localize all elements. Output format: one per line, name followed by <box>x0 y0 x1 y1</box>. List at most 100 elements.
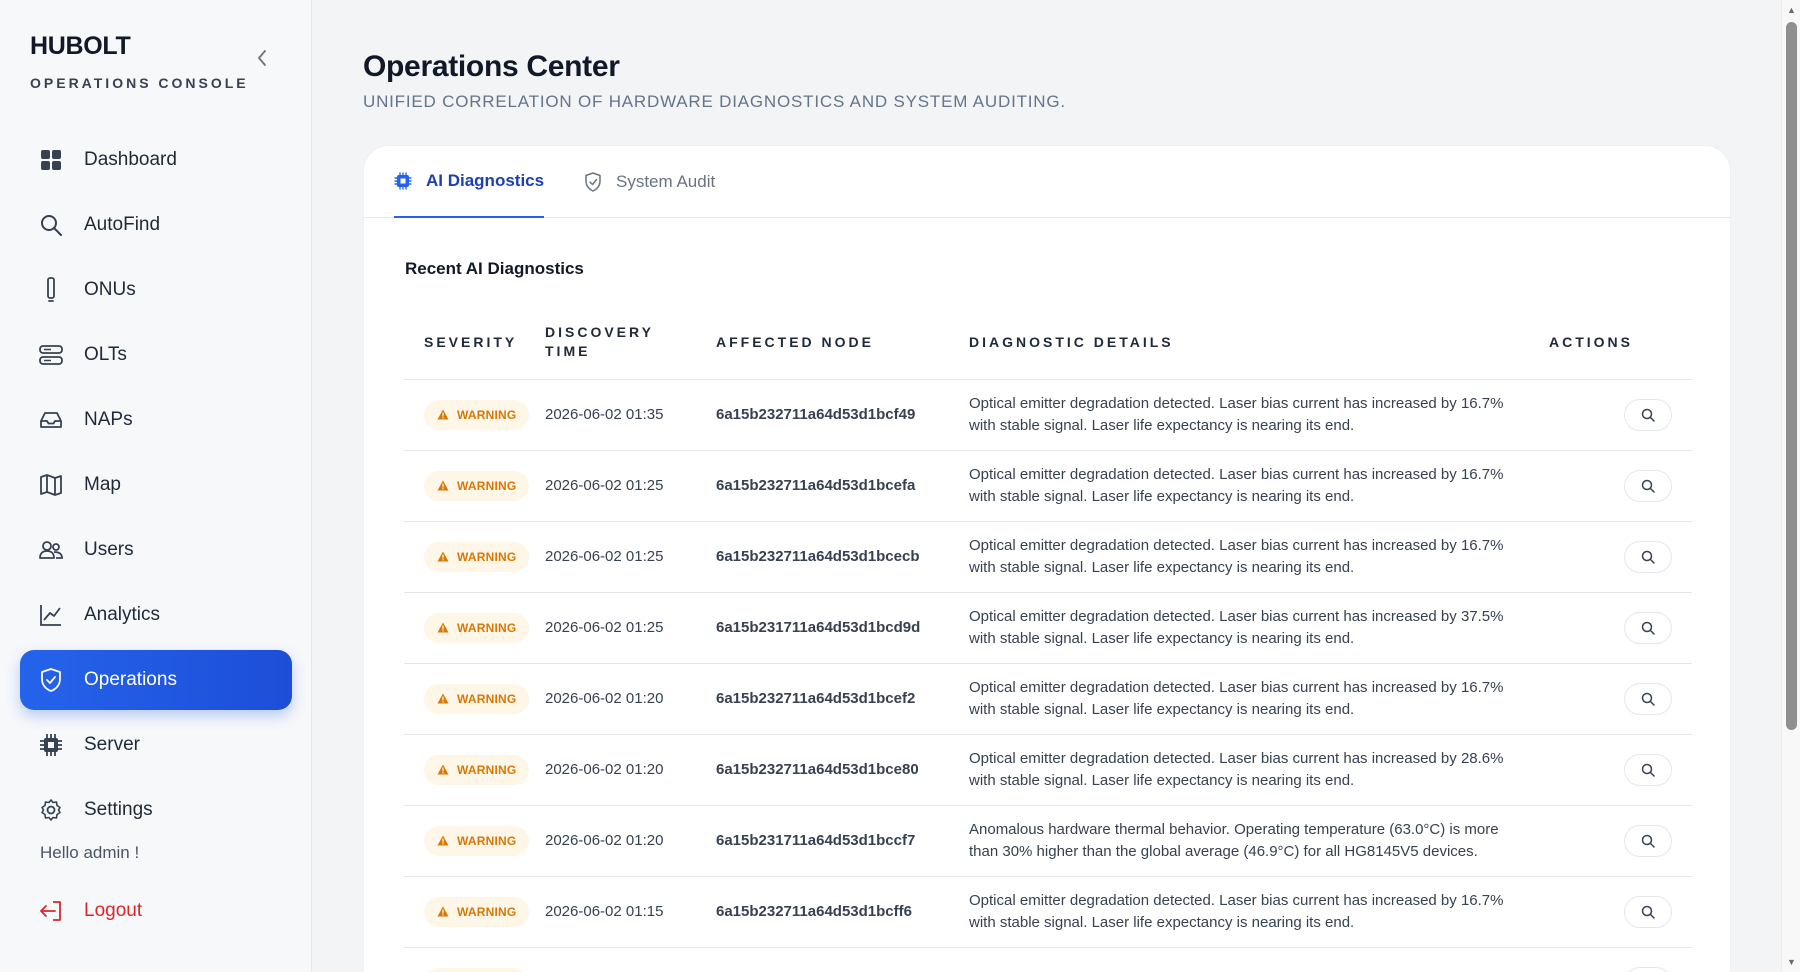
nav-item-onus[interactable]: ONUs <box>20 260 292 320</box>
view-details-button[interactable] <box>1624 398 1672 431</box>
severity-cell: WARNING <box>404 734 545 806</box>
nav-label: AutoFind <box>84 214 161 235</box>
view-details-button[interactable] <box>1624 966 1672 972</box>
view-details-button[interactable] <box>1624 469 1672 502</box>
affected-node-cell: 6a15b232711a64d53d1bcefa <box>716 450 969 522</box>
brand-subtitle: OPERATIONS CONSOLE <box>30 75 249 91</box>
collapse-sidebar-button[interactable] <box>250 46 274 70</box>
diagnostic-details-cell: Optical emitter degradation detected. La… <box>969 734 1549 806</box>
table-body: WARNING 2026-06-02 01:35 6a15b232711a64d53… <box>404 379 1692 972</box>
diagnostics-table: SEVERITY DISCOVERY TIME AFFECTED NODE DIA… <box>404 306 1692 972</box>
chip-icon <box>38 732 64 758</box>
header-line: DISCOVERY <box>545 324 654 341</box>
page-scrollbar[interactable]: ▲ ▼ <box>1781 0 1800 972</box>
scroll-thumb[interactable] <box>1786 22 1797 730</box>
nav-label: Settings <box>84 799 153 820</box>
discovery-time-cell: 2026-06-02 01:20 <box>545 734 716 806</box>
warning-icon <box>437 693 449 704</box>
table-row[interactable]: WARNING 2026-06-02 01:156a15b232711a64d53… <box>404 876 1692 948</box>
warning-icon <box>437 622 449 633</box>
severity-label: WARNING <box>457 762 517 777</box>
nav-item-settings[interactable]: Settings <box>20 780 292 840</box>
nav-label: Users <box>84 539 134 560</box>
actions-cell <box>1549 876 1692 948</box>
severity-cell: WARNING <box>404 521 545 593</box>
logout-button[interactable]: Logout <box>20 881 292 941</box>
column-header-actions: ACTIONS <box>1549 306 1692 380</box>
nav-item-users[interactable]: Users <box>20 520 292 580</box>
tab-ai-diagnostics[interactable]: AI Diagnostics <box>394 146 545 218</box>
nav-item-operations[interactable]: Operations <box>20 650 292 710</box>
actions-cell <box>1549 521 1692 593</box>
view-details-button[interactable] <box>1624 682 1672 715</box>
table-row[interactable]: WARNING 2026-06-02 01:25 6a15b231711a64d53… <box>404 592 1692 664</box>
view-details-button[interactable] <box>1624 540 1672 573</box>
column-header-severity[interactable]: SEVERITY <box>404 306 545 380</box>
nav-item-naps[interactable]: NAPs <box>20 390 292 450</box>
gear-icon <box>38 797 64 823</box>
logout-icon <box>38 898 64 924</box>
nav-item-analytics[interactable]: Analytics <box>20 585 292 645</box>
tab-label: AI Diagnostics <box>426 171 545 190</box>
column-header-affected-node[interactable]: AFFECTED NODE <box>716 306 969 380</box>
sidebar: HUBOLT OPERATIONS CONSOLE Dashboard Auto… <box>0 0 312 972</box>
warning-icon <box>437 764 449 775</box>
tab-system-audit[interactable]: System Audit <box>584 146 715 218</box>
table-row[interactable]: WARNING 2026-06-02 01:25 6a15b232711a64d53… <box>404 521 1692 593</box>
chart-icon <box>38 602 64 628</box>
view-details-button[interactable] <box>1624 611 1672 644</box>
scroll-up-arrow[interactable]: ▲ <box>1786 4 1797 16</box>
nav-item-autofind[interactable]: AutoFind <box>20 195 292 255</box>
affected-node-cell: 6a15b232711a64d53d1bcf6 <box>716 947 969 972</box>
table-row[interactable]: WARNING 2026-06-02 01:20 6a15b231711a64d53… <box>404 805 1692 877</box>
table-row[interactable]: WARNING 2026-06-02 01:20 6a15b232711a64d53… <box>404 734 1692 806</box>
search-icon <box>1641 408 1655 422</box>
view-details-button[interactable] <box>1624 895 1672 928</box>
users-icon <box>38 537 64 563</box>
column-header-diagnostic-details[interactable]: DIAGNOSTIC DETAILS <box>969 306 1549 380</box>
table-row[interactable]: WARNING 2026-06-02 01:20 6a15b232711a64d53… <box>404 663 1692 735</box>
view-details-button[interactable] <box>1624 824 1672 857</box>
affected-node-cell: 6a15b232711a64d53d1bcecb <box>716 521 969 593</box>
nav-label: Analytics <box>84 604 161 625</box>
severity-cell: WARNING <box>404 379 545 451</box>
severity-badge: WARNING <box>424 825 530 856</box>
diagnostic-details-cell: Anomalous hardware thermal behavior. Ope… <box>969 947 1549 972</box>
header-line: TIME <box>545 343 591 360</box>
nav-label: Map <box>84 474 121 495</box>
actions-cell <box>1549 734 1692 806</box>
diagnostic-details-cell: Optical emitter degradation detected. La… <box>969 450 1549 522</box>
severity-badge: WARNING <box>424 470 530 501</box>
nav-label: OLTs <box>84 344 127 365</box>
severity-cell: WARNING <box>404 592 545 664</box>
search-icon <box>1641 834 1655 848</box>
table-row[interactable]: WARNING 2026-06-02 01:35 6a15b232711a64d53… <box>404 379 1692 451</box>
section-title: Recent AI Diagnostics <box>405 259 584 278</box>
nav-item-server[interactable]: Server <box>20 715 292 775</box>
severity-badge: WARNING <box>424 683 530 714</box>
search-icon <box>1641 621 1655 635</box>
nav-item-dashboard[interactable]: Dashboard <box>20 130 292 190</box>
search-icon <box>1641 763 1655 777</box>
affected-node-cell: 6a15b232711a64d53d1bcef2 <box>716 663 969 735</box>
severity-label: WARNING <box>457 407 517 422</box>
nav-label: Dashboard <box>84 149 177 170</box>
scroll-down-arrow[interactable]: ▼ <box>1786 956 1797 968</box>
view-details-button[interactable] <box>1624 753 1672 786</box>
discovery-time-cell: 2026-06-02 01:25 <box>545 592 716 664</box>
table-row[interactable]: WARNING 2026-06-02 01:25 6a15b232711a64d53… <box>404 450 1692 522</box>
column-header-discovery-time[interactable]: DISCOVERY TIME <box>545 306 716 380</box>
severity-cell: WARNING <box>404 947 545 972</box>
warning-icon <box>437 409 449 420</box>
nav-label: Server <box>84 734 140 755</box>
table-row[interactable]: WARNING 2026-06-02 01:156a15b232711a64d53… <box>404 947 1692 972</box>
tab-bar: AI Diagnostics System Audit <box>364 146 1730 218</box>
nav-item-olts[interactable]: OLTs <box>20 325 292 385</box>
nav-item-map[interactable]: Map <box>20 455 292 515</box>
severity-badge: WARNING <box>424 399 530 430</box>
severity-cell: WARNING <box>404 805 545 877</box>
severity-badge: WARNING <box>424 896 530 927</box>
nav-label: ONUs <box>84 279 136 300</box>
affected-node-cell: 6a15b231711a64d53d1bcd9d <box>716 592 969 664</box>
brand-name: HUBOLT <box>30 32 131 60</box>
